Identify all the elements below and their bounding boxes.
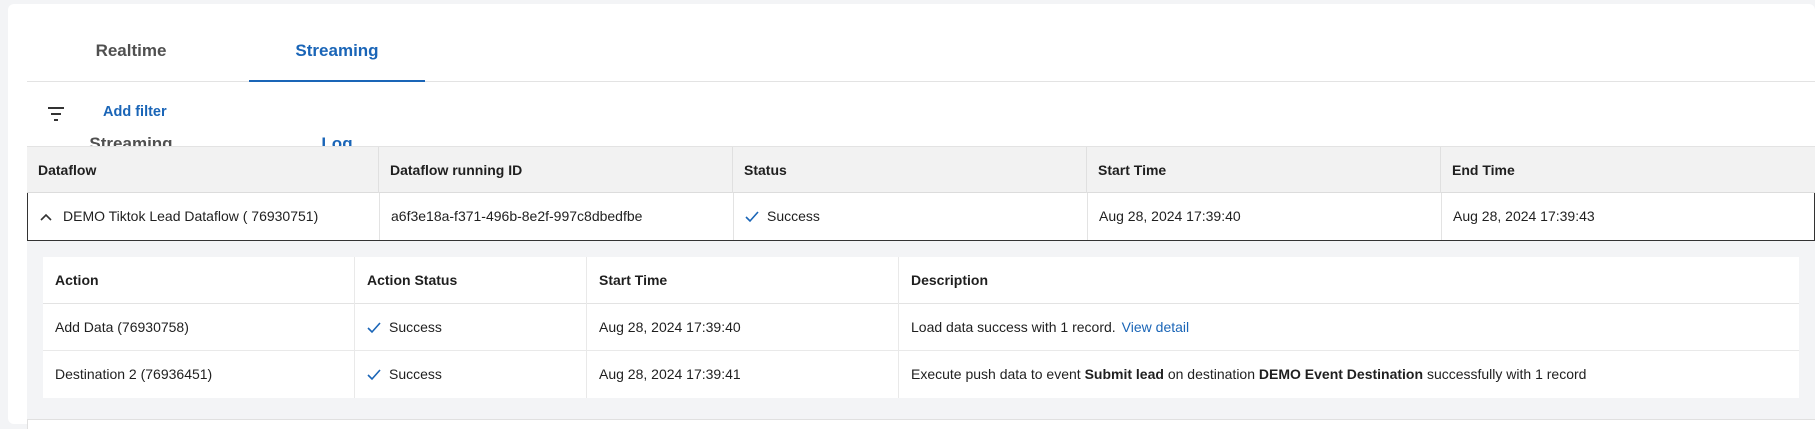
streaming-panel: Realtime Streaming Streaming Log Add fil…	[8, 4, 1815, 429]
tab-streaming-log[interactable]: Streaming Log	[249, 4, 425, 153]
description-text: successfully with 1 record	[1426, 366, 1587, 382]
chevron-up-icon[interactable]	[39, 212, 53, 222]
column-header-action: Action	[43, 257, 355, 304]
description-text: Execute push data to event	[911, 366, 1081, 382]
action-status-text: Success	[389, 319, 442, 335]
dataflow-cell: DEMO Tiktok Lead Dataflow ( 76930751)	[28, 193, 380, 240]
description-text: Load data success with 1 record.	[911, 319, 1116, 335]
tab-realtime-streaming[interactable]: Realtime Streaming	[27, 4, 235, 153]
expanded-row-details: Action Action Status Start Time Descript…	[27, 241, 1815, 419]
destination-name: DEMO Event Destination	[1258, 366, 1424, 382]
column-header-status: Status	[733, 147, 1087, 194]
action-description: Load data success with 1 record. View det…	[899, 304, 1799, 351]
add-filter-button[interactable]: Add filter	[103, 104, 167, 120]
running-id-cell: a6f3e18a-f371-496b-8e2f-997c8dbedfbe	[380, 193, 734, 240]
column-header-description: Description	[911, 272, 989, 288]
filter-bar: Add filter	[27, 82, 1815, 146]
table-row-next	[27, 419, 1815, 429]
column-header-dataflow: Dataflow	[27, 147, 379, 194]
actions-table: Action Action Status Start Time Descript…	[43, 257, 1799, 398]
description-text: on destination	[1167, 366, 1256, 382]
action-description: Execute push data to event Submit lead o…	[899, 351, 1799, 398]
column-header-action-start-time: Start Time	[587, 257, 899, 304]
filter-icon[interactable]	[48, 106, 68, 122]
start-time-cell: Aug 28, 2024 17:39:40	[1088, 193, 1442, 240]
check-icon	[367, 322, 381, 334]
action-start-time: Aug 28, 2024 17:39:40	[587, 304, 899, 351]
action-row: Destination 2 (76936451) Success Aug 28,…	[43, 351, 1799, 398]
actions-table-header: Action Action Status Start Time Descript…	[43, 257, 1799, 304]
event-name: Submit lead	[1084, 366, 1164, 382]
end-time-cell: Aug 28, 2024 17:39:43	[1453, 208, 1595, 224]
tab-bar: Realtime Streaming Streaming Log	[27, 4, 1815, 153]
column-header-end-time: End Time	[1452, 162, 1515, 178]
column-header-running-id: Dataflow running ID	[379, 147, 733, 194]
check-icon	[367, 369, 381, 381]
action-name: Add Data (76930758)	[43, 304, 355, 351]
column-header-start-time: Start Time	[1087, 147, 1441, 194]
action-status-cell: Success	[355, 304, 587, 351]
action-row: Add Data (76930758) Success Aug 28, 2024…	[43, 304, 1799, 351]
table-header: Dataflow Dataflow running ID Status Star…	[27, 146, 1815, 194]
column-header-action-status: Action Status	[355, 257, 587, 304]
status-text: Success	[767, 208, 820, 224]
view-detail-link[interactable]: View detail	[1122, 319, 1189, 335]
status-cell: Success	[734, 193, 1088, 240]
action-start-time: Aug 28, 2024 17:39:41	[587, 351, 899, 398]
table-row[interactable]: DEMO Tiktok Lead Dataflow ( 76930751) a6…	[27, 193, 1815, 241]
action-status-text: Success	[389, 366, 442, 382]
action-status-cell: Success	[355, 351, 587, 398]
streaming-log-table: Dataflow Dataflow running ID Status Star…	[27, 146, 1815, 429]
action-name: Destination 2 (76936451)	[43, 351, 355, 398]
dataflow-name: DEMO Tiktok Lead Dataflow ( 76930751)	[63, 208, 319, 224]
check-icon	[745, 211, 759, 223]
